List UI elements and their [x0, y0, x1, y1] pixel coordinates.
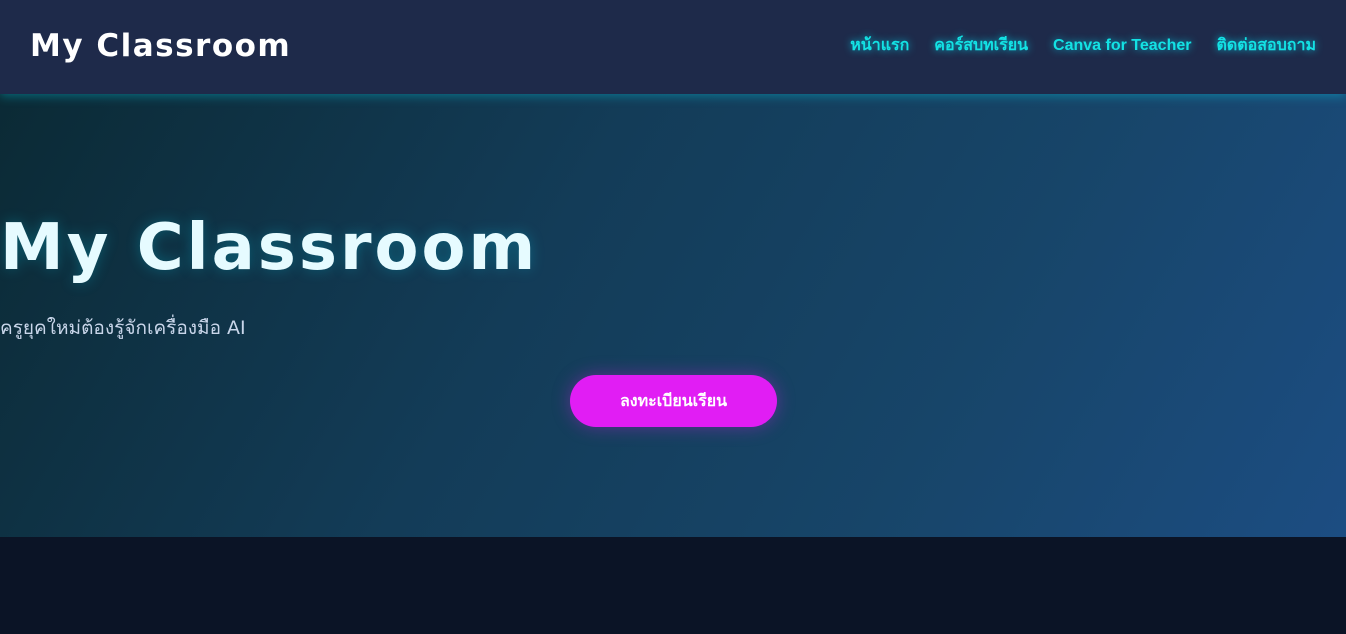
register-button[interactable]: ลงทะเบียนเรียน: [570, 375, 777, 427]
nav-link-courses[interactable]: คอร์สบทเรียน: [934, 34, 1028, 58]
hero-section: My Classroom ครูยุคใหม่ต้องรู้จักเครื่อง…: [0, 94, 1346, 537]
brand-logo[interactable]: My Classroom: [30, 26, 291, 66]
site-header: My Classroom หน้าแรก คอร์สบทเรียน Canva …: [0, 0, 1346, 94]
hero-title: My Classroom: [0, 211, 539, 285]
nav-link-home[interactable]: หน้าแรก: [850, 34, 909, 58]
hero-subtitle: ครูยุคใหม่ต้องรู้จักเครื่องมือ AI: [0, 317, 246, 339]
nav-link-contact[interactable]: ติดต่อสอบถาม: [1216, 34, 1316, 58]
main-nav: หน้าแรก คอร์สบทเรียน Canva for Teacher ต…: [850, 34, 1316, 58]
nav-link-canva-for-teacher[interactable]: Canva for Teacher: [1053, 34, 1191, 58]
page-body: [0, 537, 1346, 634]
